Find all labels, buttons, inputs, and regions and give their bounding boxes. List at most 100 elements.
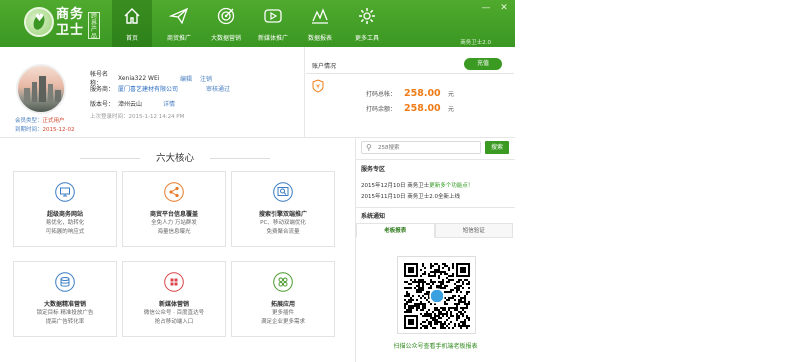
card-title: 拓展应用	[270, 301, 295, 308]
search-screen-icon	[273, 182, 293, 202]
gear-icon	[357, 6, 377, 26]
yuan-icon: ¥	[312, 79, 324, 93]
card-title: 超级商务网站	[46, 211, 83, 218]
app-header: 商务卫士 跨界产品 首页 商贸推广 大数据营销 新媒体推广	[0, 0, 515, 47]
nav-label: 首页	[125, 35, 138, 42]
notification-section-title: 系统通知	[361, 213, 386, 220]
balance-row: 打码余额： 258.00 元	[366, 103, 454, 114]
news-item[interactable]: 2015年11月10日 商务卫士2.0全新上线	[361, 192, 460, 200]
service-provider-value[interactable]: 厦门喜艺建材有限公司	[118, 84, 198, 93]
card-title: 新媒体营销	[158, 301, 189, 308]
core-card-website[interactable]: 超级商务网站 易优化，助转化 可拓展的响应式	[13, 171, 117, 247]
logo-title: 商务卫士	[56, 7, 85, 38]
total-unit: 元	[448, 91, 455, 98]
card-title: 商贸平台信息覆盖	[149, 211, 198, 218]
nav-data-report[interactable]: 数据报表	[300, 0, 340, 47]
logo-tag: 跨界产品	[88, 12, 100, 39]
share-icon	[164, 182, 184, 202]
avatar[interactable]	[16, 64, 66, 114]
service-provider-row: 服务商： 厦门喜艺建材有限公司 审核通过	[90, 84, 230, 93]
data-icon	[55, 272, 75, 292]
chart-icon	[310, 6, 330, 26]
nav-trade-promotion[interactable]: 商贸推广	[159, 0, 199, 47]
search-box: ⚲	[361, 141, 481, 154]
card-desc: 全免人力 万站群发 海量信息曝光	[151, 220, 197, 235]
card-desc: 微信公众号 · 百度直达号 抢占移动端入口	[143, 310, 205, 325]
divider	[356, 159, 515, 160]
account-name-value: Xenia322 WEi	[118, 74, 160, 82]
divider	[306, 73, 514, 74]
card-desc: PC、移动双端优化 免费聚合流量	[260, 220, 306, 235]
divider	[356, 207, 515, 208]
total-label: 打码总帐：	[366, 91, 397, 98]
main-nav: 首页 商贸推广 大数据营销 新媒体推广 数据报表 更多工具	[112, 0, 394, 47]
card-desc: 更多插件 满足企业更多需求	[260, 310, 305, 325]
home-icon	[122, 6, 142, 26]
apps-icon	[273, 272, 293, 292]
version-number-value: 漳州云山	[118, 101, 143, 108]
tab-sms-verify[interactable]: 短信验证	[434, 223, 513, 238]
core-section-title: 六大核心	[0, 150, 350, 164]
target-icon	[216, 6, 236, 26]
core-card-big-data[interactable]: 大数据精准营销 锁定目标 精准投放广告 提高广告转化率	[13, 261, 117, 337]
monitor-icon	[55, 182, 75, 202]
expire-value: 2015-12-02	[42, 127, 75, 133]
core-card-new-media[interactable]: 新媒体营销 微信公众号 · 百度直达号 抢占移动端入口	[122, 261, 226, 337]
nav-new-media[interactable]: 新媒体推广	[253, 0, 293, 47]
search-icon: ⚲	[366, 143, 372, 152]
balance-unit: 元	[448, 106, 455, 113]
svg-text:¥: ¥	[316, 84, 320, 91]
search-input[interactable]	[378, 143, 478, 153]
account-panel: 账户情况 充值 ¥ 打码总帐： 258.00 元 打码余额： 258.00 元	[306, 55, 514, 137]
qr-caption: 扫描公众号查看手机端老板报表	[393, 343, 478, 350]
divider	[355, 137, 356, 362]
member-info: 会员类型：正式用户 到期时间：2015-12-02	[15, 117, 74, 135]
window-controls: — ✕	[481, 3, 509, 13]
account-title: 账户情况	[312, 63, 337, 70]
total-row: 打码总帐： 258.00 元	[366, 88, 454, 99]
expire-label: 到期时间：	[15, 127, 43, 133]
version-label: 商务卫士2.0	[460, 40, 491, 46]
play-icon	[263, 6, 283, 26]
nav-label: 数据报表	[307, 35, 332, 42]
member-type-value: 正式用户	[42, 118, 65, 124]
member-type-label: 会员类型：	[15, 118, 43, 124]
details-link[interactable]: 详情	[163, 99, 175, 108]
service-provider-label: 服务商：	[90, 86, 115, 93]
card-title: 搜索引擎双端推广	[258, 211, 307, 218]
qr-code	[397, 256, 476, 334]
news-item[interactable]: 2015年12月10日 商务卫士更新多个功能点！	[361, 181, 473, 189]
card-desc: 锁定目标 精准投放广告 提高广告转化率	[36, 310, 94, 325]
profile-panel: 会员类型：正式用户 到期时间：2015-12-02 帐号名称： Xenia322…	[0, 47, 305, 137]
paper-plane-icon	[168, 6, 189, 26]
balance-amount: 258.00	[404, 103, 441, 114]
total-amount: 258.00	[404, 88, 441, 99]
nav-home[interactable]: 首页	[112, 0, 152, 47]
core-card-trade-platform[interactable]: 商贸平台信息覆盖 全免人力 万站群发 海量信息曝光	[122, 171, 226, 247]
last-login-time: 上次登录时间：2015-1-12 14:24 PM	[90, 114, 185, 120]
recharge-button[interactable]: 充值	[464, 58, 502, 70]
nav-big-data[interactable]: 大数据营销	[206, 0, 246, 47]
app-logo: 商务卫士 跨界产品	[4, 4, 110, 44]
logo-mark-icon	[24, 7, 54, 37]
divider	[0, 137, 515, 138]
nav-label: 更多工具	[354, 35, 379, 42]
edit-link[interactable]: 编辑	[180, 74, 192, 83]
card-desc: 易优化，助转化 可拓展的响应式	[45, 220, 85, 235]
service-section-title: 服务专区	[361, 166, 386, 173]
nav-label: 商贸推广	[166, 35, 191, 42]
minimize-button[interactable]: —	[481, 3, 491, 13]
logout-link[interactable]: 注销	[200, 74, 212, 83]
core-card-search-engine[interactable]: 搜索引擎双端推广 PC、移动双端优化 免费聚合流量	[231, 171, 335, 247]
close-button[interactable]: ✕	[499, 3, 509, 13]
core-card-extensions[interactable]: 拓展应用 更多插件 满足企业更多需求	[231, 261, 335, 337]
search-button[interactable]: 搜索	[485, 141, 509, 154]
nav-more-tools[interactable]: 更多工具	[347, 0, 387, 47]
tab-boss-report[interactable]: 老板报表	[356, 223, 435, 238]
version-row: 版本号： 漳州云山 详情	[90, 99, 175, 108]
balance-label: 打码余额：	[366, 106, 397, 113]
review-status-link[interactable]: 审核通过	[206, 84, 230, 93]
notification-tabs: 老板报表 短信验证	[356, 223, 513, 238]
cube-icon	[164, 272, 184, 292]
nav-label: 新媒体推广	[257, 35, 288, 42]
